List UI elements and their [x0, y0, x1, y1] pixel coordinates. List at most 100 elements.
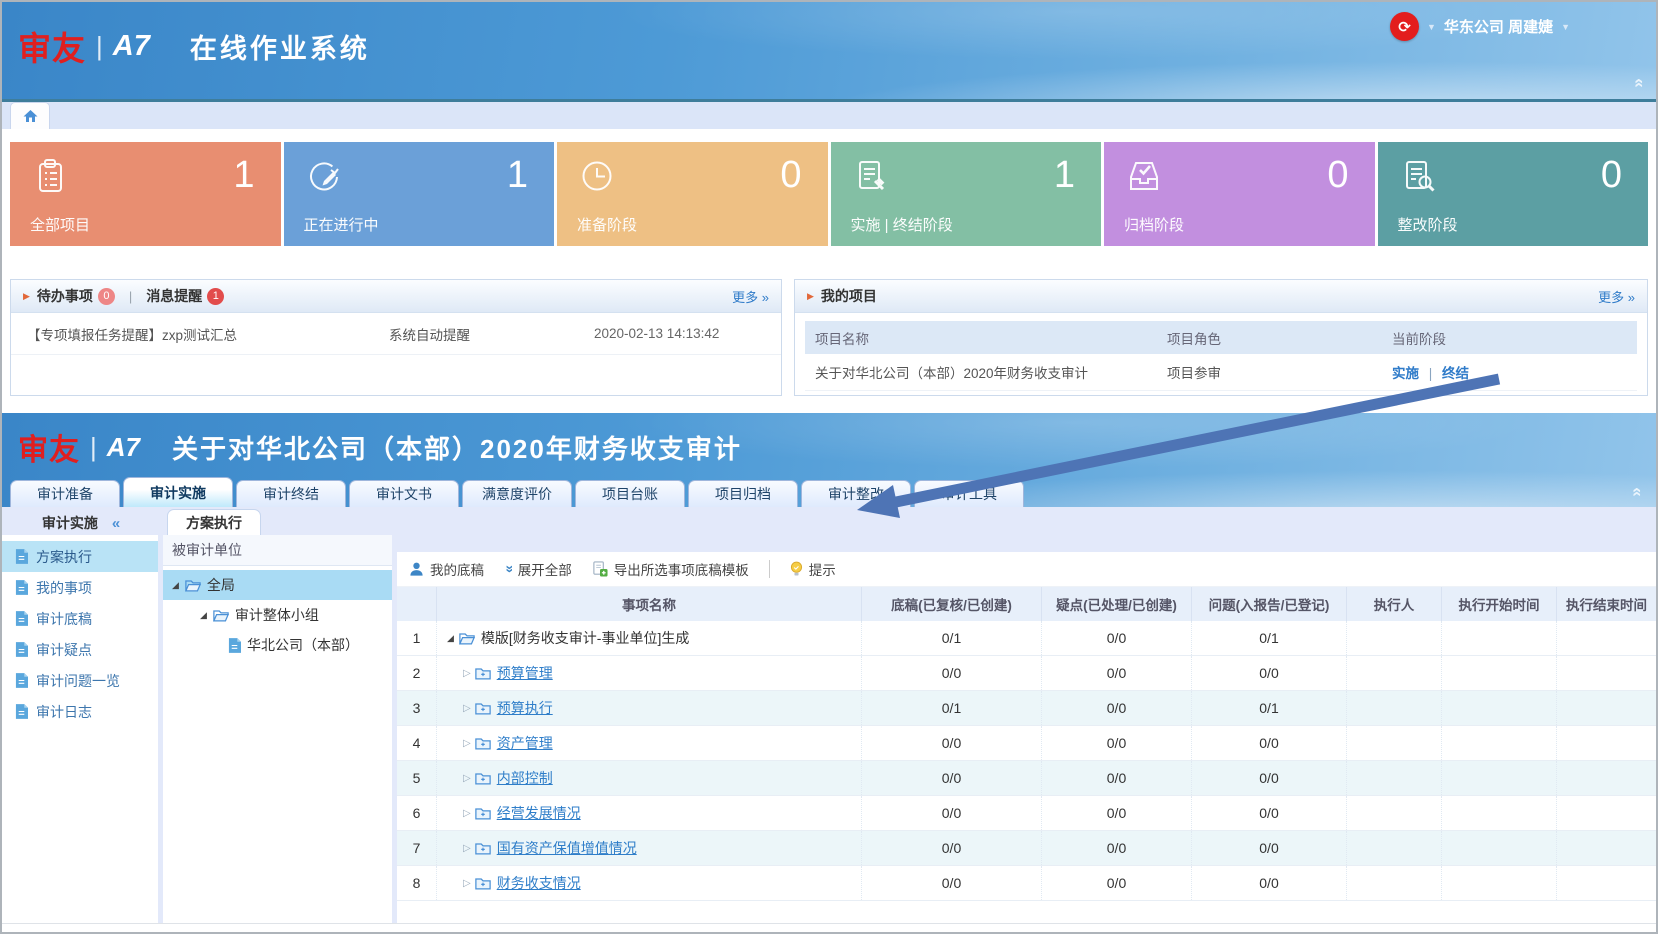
- person-icon: [409, 561, 424, 577]
- matter-name-link[interactable]: 财务收支情况: [497, 873, 581, 893]
- folder-open-icon: [185, 579, 201, 592]
- matter-name-link[interactable]: 经营发展情况: [497, 803, 581, 823]
- tree-collapsed-icon[interactable]: ▷: [463, 703, 471, 714]
- tab-audit-tools[interactable]: 审计工具: [914, 480, 1024, 507]
- tab-audit-documents[interactable]: 审计文书: [349, 480, 459, 507]
- tree-collapsed-icon[interactable]: ▷: [463, 808, 471, 819]
- sidebar-item-label: 我的事项: [36, 578, 92, 598]
- tab-audit-preparation[interactable]: 审计准备: [10, 480, 120, 507]
- message-list-item[interactable]: 【专项填报任务提醒】zxp测试汇总 系统自动提醒 2020-02-13 14:1…: [11, 313, 781, 355]
- sidebar-item-audit-issues[interactable]: 审计问题一览: [2, 665, 158, 696]
- home-tab[interactable]: [10, 102, 50, 129]
- stat-card-all-projects[interactable]: 1 全部项目: [10, 142, 281, 246]
- sidebar-item-audit-doubts[interactable]: 审计疑点: [2, 634, 158, 665]
- tree-expand-icon[interactable]: ◢: [200, 610, 207, 621]
- draft-count: 0/0: [862, 796, 1042, 830]
- tab-audit-conclusion[interactable]: 审计终结: [236, 480, 346, 507]
- row-number: 1: [397, 621, 437, 655]
- executor-cell: [1347, 831, 1442, 865]
- grid-header: 事项名称 底稿(已复核/已创建) 疑点(已处理/已创建) 问题(入报告/已登记)…: [397, 587, 1656, 621]
- tab-satisfaction-evaluation[interactable]: 满意度评价: [462, 480, 572, 507]
- projects-more-link[interactable]: 更多 »: [1598, 287, 1635, 306]
- tab-project-ledger[interactable]: 项目台账: [575, 480, 685, 507]
- column-issues: 问题(入报告/已登记): [1192, 587, 1347, 621]
- caret-down-icon[interactable]: ▼: [1561, 22, 1570, 32]
- draft-count: 0/0: [862, 866, 1042, 900]
- export-draft-template-button[interactable]: 导出所选事项底稿模板: [592, 559, 749, 579]
- user-org-name[interactable]: 华东公司 周建婕: [1444, 16, 1553, 37]
- matter-name[interactable]: 模版[财务收支审计-事业单位]生成: [481, 628, 689, 648]
- column-end-time: 执行结束时间: [1557, 587, 1656, 621]
- matter-name-link[interactable]: 预算管理: [497, 663, 553, 683]
- sidebar-item-label: 审计日志: [36, 702, 92, 722]
- sidebar-item-my-matters[interactable]: 我的事项: [2, 572, 158, 603]
- stage-link-implement[interactable]: 实施: [1392, 366, 1419, 381]
- collapse-header-icon[interactable]: «: [1629, 78, 1649, 87]
- stat-card-rectification[interactable]: 0 整改阶段: [1378, 142, 1649, 246]
- tree-collapsed-icon[interactable]: ▷: [463, 878, 471, 889]
- stage-link-conclude[interactable]: 终结: [1442, 366, 1469, 381]
- refresh-icon[interactable]: ⟳: [1390, 12, 1419, 41]
- dashboard-panels: ▶ 待办事项 0 | 消息提醒 1 更多 » 【专项填报任务提醒】zxp测试汇总…: [10, 279, 1648, 396]
- tree-collapsed-icon[interactable]: ▷: [463, 843, 471, 854]
- column-current-stage: 当前阶段: [1392, 328, 1637, 348]
- matter-name-link[interactable]: 预算执行: [497, 698, 553, 718]
- doc-audit-icon: [851, 156, 891, 201]
- tab-todo-items[interactable]: 待办事项: [37, 286, 93, 306]
- tree-collapsed-icon[interactable]: ▷: [463, 773, 471, 784]
- sidebar-item-label: 审计疑点: [36, 640, 92, 660]
- collapse-header-icon[interactable]: «: [1627, 487, 1647, 496]
- matter-name-link[interactable]: 内部控制: [497, 768, 553, 788]
- draft-count: 0/0: [862, 761, 1042, 795]
- tab-project-archive[interactable]: 项目归档: [688, 480, 798, 507]
- end-time-cell: [1557, 761, 1656, 795]
- sidebar-item-plan-execution[interactable]: 方案执行: [2, 541, 158, 572]
- tab-message-reminder[interactable]: 消息提醒: [146, 286, 202, 306]
- expand-all-button[interactable]: « 展开全部: [504, 559, 572, 579]
- caret-down-icon[interactable]: ▼: [1427, 22, 1436, 32]
- stat-card-archive[interactable]: 0 归档阶段: [1104, 142, 1375, 246]
- message-title[interactable]: 【专项填报任务提醒】zxp测试汇总: [27, 324, 389, 344]
- stat-value: 1: [1054, 154, 1075, 197]
- matter-name-cell: ▷ 财务收支情况: [437, 866, 862, 900]
- end-time-cell: [1557, 726, 1656, 760]
- matter-name-link[interactable]: 资产管理: [497, 733, 553, 753]
- matter-name-link[interactable]: 国有资产保值增值情况: [497, 838, 637, 858]
- stat-cards: 1 全部项目 1 正在进行中 0 准备阶段: [10, 142, 1648, 246]
- column-matter-name: 事项名称: [437, 587, 862, 621]
- start-time-cell: [1442, 796, 1557, 830]
- tab-audit-implementation[interactable]: 审计实施: [123, 477, 233, 507]
- project-tabs: 审计准备 审计实施 审计终结 审计文书 满意度评价 项目台账 项目归档 审计整改…: [10, 477, 1024, 507]
- tips-button[interactable]: 提示: [790, 559, 836, 579]
- stat-card-implementation[interactable]: 1 实施 | 终结阶段: [831, 142, 1102, 246]
- tree-node-audit-group[interactable]: ◢ 审计整体小组: [163, 600, 392, 630]
- draft-count: 0/1: [862, 621, 1042, 655]
- issue-count: 0/0: [1192, 866, 1347, 900]
- subtab-plan-execution[interactable]: 方案执行: [167, 509, 261, 535]
- my-drafts-button[interactable]: 我的底稿: [409, 559, 484, 579]
- tab-audit-rectification[interactable]: 审计整改: [801, 480, 911, 507]
- issue-count: 0/0: [1192, 831, 1347, 865]
- todo-more-link[interactable]: 更多 »: [732, 287, 769, 306]
- tree-expand-icon[interactable]: ◢: [447, 633, 454, 644]
- sidebar-item-audit-drafts[interactable]: 审计底稿: [2, 603, 158, 634]
- doubt-count: 0/0: [1042, 866, 1192, 900]
- archive-check-icon: [1124, 156, 1164, 201]
- matter-row: 2 ▷ 预算管理 0/0 0/0 0/0: [397, 656, 1656, 691]
- sidebar-item-audit-log[interactable]: 审计日志: [2, 696, 158, 727]
- tree-node-north-china-company[interactable]: 华北公司（本部）: [163, 630, 392, 660]
- start-time-cell: [1442, 831, 1557, 865]
- project-body: 审计实施 « 方案执行 方案执行 我的事项 审计底稿: [2, 507, 1656, 923]
- stat-card-in-progress[interactable]: 1 正在进行中: [284, 142, 555, 246]
- stat-label: 正在进行中: [304, 214, 379, 235]
- tree-expand-icon[interactable]: ◢: [172, 580, 179, 591]
- stat-card-preparation[interactable]: 0 准备阶段: [557, 142, 828, 246]
- end-time-cell: [1557, 866, 1656, 900]
- tree-collapsed-icon[interactable]: ▷: [463, 738, 471, 749]
- tree-node-global[interactable]: ◢ 全局: [163, 570, 392, 600]
- todo-panel-header: ▶ 待办事项 0 | 消息提醒 1 更多 »: [11, 280, 781, 313]
- stage-separator: |: [1429, 366, 1433, 381]
- draft-count: 0/0: [862, 656, 1042, 690]
- sidebar-collapse-icon[interactable]: «: [112, 515, 120, 532]
- tree-collapsed-icon[interactable]: ▷: [463, 668, 471, 679]
